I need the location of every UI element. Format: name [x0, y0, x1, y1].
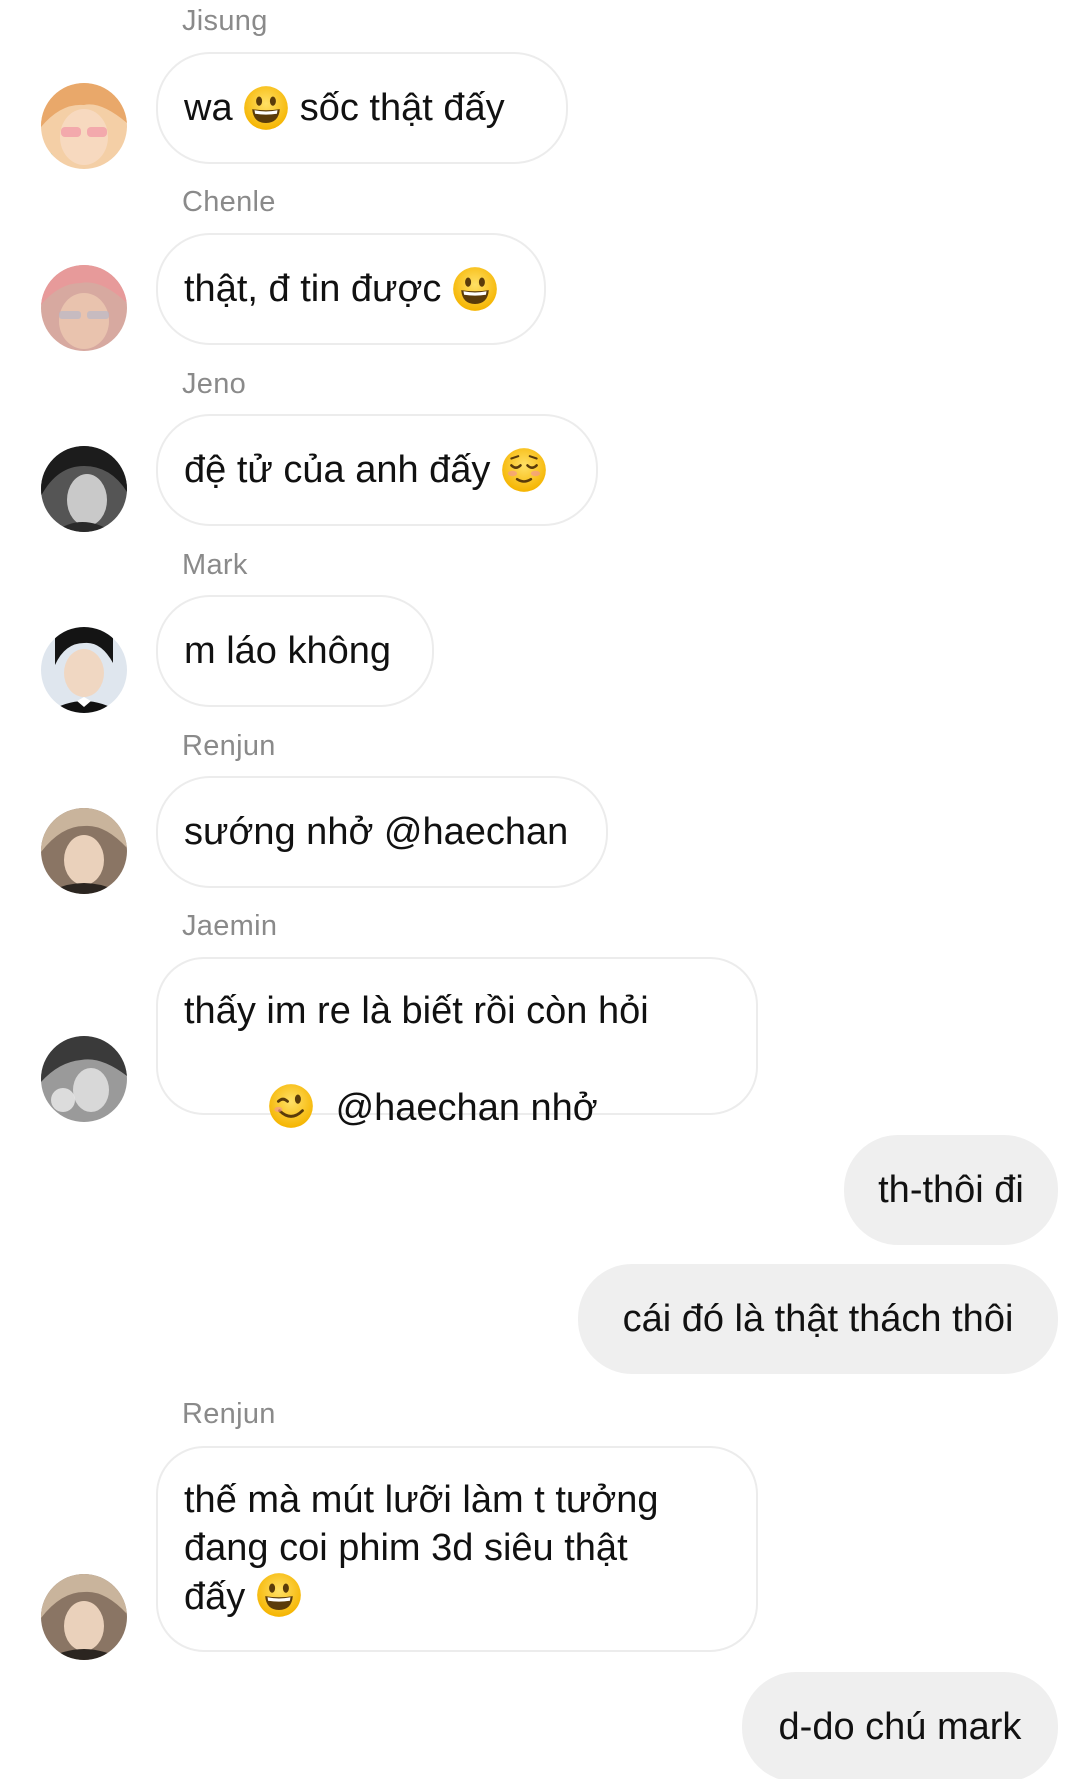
message-bubble[interactable]: wa sốc thật đấy [156, 52, 568, 164]
message-text: sốc thật đấy [289, 87, 505, 129]
message-text: th-thôi đi [878, 1169, 1024, 1211]
sender-name: Jeno [182, 368, 247, 400]
avatar[interactable] [41, 627, 127, 713]
grinning-face-icon [243, 85, 289, 131]
message-bubble[interactable]: thế mà mút lưỡi làm t tưởng đang coi phi… [156, 1446, 758, 1652]
avatar[interactable] [41, 83, 127, 169]
avatar[interactable] [41, 808, 127, 894]
avatar[interactable] [41, 1036, 127, 1122]
outgoing-message-bubble[interactable]: d-do chú mark [742, 1672, 1058, 1779]
avatar[interactable] [41, 1574, 127, 1660]
grinning-face-icon [256, 1572, 302, 1618]
message-text: thế mà mút lưỡi làm t tưởng [184, 1479, 659, 1521]
message-text: m láo không [184, 630, 392, 672]
grinning-face-icon [452, 266, 498, 312]
message-bubble[interactable]: đệ tử của anh đấy [156, 414, 598, 526]
outgoing-message-bubble[interactable]: cái đó là thật thách thôi [578, 1264, 1058, 1374]
message-text: wa [184, 87, 244, 129]
message-text: thấy im re là biết rồi còn hỏi [184, 990, 649, 1032]
message-text: cái đó là thật thách thôi [622, 1298, 1014, 1340]
message-text: sướng nhở @haechan [184, 811, 569, 853]
sender-name: Jaemin [182, 910, 278, 942]
message-bubble[interactable]: thấy im re là biết rồi còn hỏi @haechan … [156, 957, 758, 1129]
message-text: đấy [184, 1576, 256, 1618]
message-bubble[interactable]: sướng nhở @haechan [156, 776, 608, 888]
message-text: thật, đ tin được [184, 268, 452, 310]
sender-name: Chenle [182, 186, 276, 218]
message-text: d-do chú mark [778, 1706, 1022, 1748]
avatar[interactable] [41, 265, 127, 351]
outgoing-message-bubble[interactable]: th-thôi đi [844, 1135, 1058, 1245]
sender-name: Jisung [182, 5, 268, 37]
sender-name: Renjun [182, 1398, 276, 1430]
relieved-face-icon [501, 447, 547, 493]
avatar[interactable] [41, 446, 127, 532]
message-text: đang coi phim 3d siêu thật [184, 1527, 628, 1569]
message-bubble[interactable]: thật, đ tin được [156, 233, 546, 345]
message-bubble[interactable]: m láo không [156, 595, 434, 707]
chat-thread: Jisung wa sốc thật đấy Chenle thật, đ ti… [0, 0, 1080, 1779]
winking-face-icon [268, 1083, 314, 1129]
message-text: @haechan nhở [314, 1087, 598, 1129]
sender-name: Renjun [182, 730, 276, 762]
message-text: đệ tử của anh đấy [184, 449, 501, 491]
sender-name: Mark [182, 549, 248, 581]
